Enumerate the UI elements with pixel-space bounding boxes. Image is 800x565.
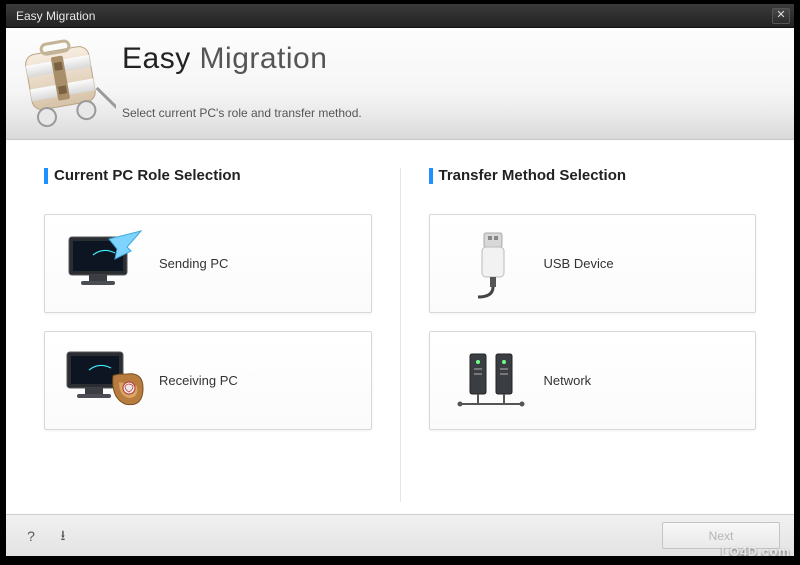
suitcase-icon xyxy=(8,32,116,142)
usb-device-icon xyxy=(448,229,534,299)
app-title: Easy Migration xyxy=(122,42,327,76)
card-label: USB Device xyxy=(544,256,614,271)
card-label: Sending PC xyxy=(159,256,228,271)
card-label: Receiving PC xyxy=(159,373,238,388)
role-column: Current PC Role Selection Sending PC xyxy=(44,168,401,502)
usb-device-card[interactable]: USB Device xyxy=(429,214,757,313)
sending-pc-card[interactable]: Sending PC xyxy=(44,214,372,313)
watermark: LO4D.com xyxy=(721,544,790,559)
sending-pc-icon xyxy=(63,229,149,299)
download-button[interactable]: ⭳ xyxy=(52,525,74,547)
transfer-section-title: Transfer Method Selection xyxy=(429,168,757,184)
download-icon: ⭳ xyxy=(61,527,66,543)
network-card[interactable]: Network xyxy=(429,331,757,430)
receiving-pc-card[interactable]: Receiving PC xyxy=(44,331,372,430)
header: Easy Migration Select current PC's role … xyxy=(6,28,794,140)
role-section-title: Current PC Role Selection xyxy=(44,168,372,184)
transfer-column: Transfer Method Selection USB Device xyxy=(401,168,757,502)
header-subtitle: Select current PC's role and transfer me… xyxy=(122,106,362,120)
content: Current PC Role Selection Sending PC xyxy=(6,140,794,514)
window-title: Easy Migration xyxy=(16,9,772,23)
card-label: Network xyxy=(544,373,592,388)
app-window: Easy Migration ✕ xyxy=(5,3,795,557)
close-icon: ✕ xyxy=(776,9,785,21)
network-icon xyxy=(448,346,534,416)
help-button[interactable]: ? xyxy=(20,525,42,547)
footer: ? ⭳ Next xyxy=(6,514,794,556)
close-button[interactable]: ✕ xyxy=(772,8,790,24)
help-icon: ? xyxy=(27,528,35,544)
titlebar: Easy Migration ✕ xyxy=(6,4,794,28)
receiving-pc-icon xyxy=(63,346,149,416)
